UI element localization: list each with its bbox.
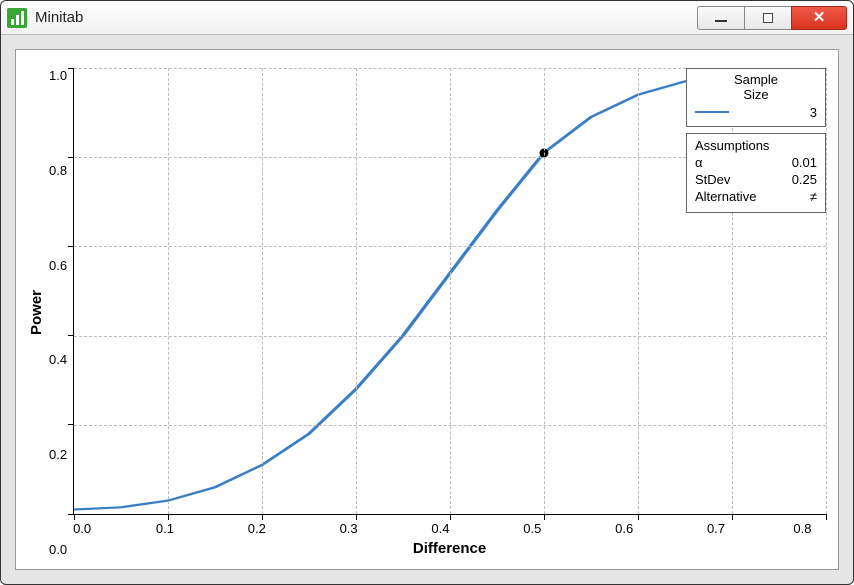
y-tick-label: 0.8: [49, 163, 67, 178]
legend-value: 3: [810, 105, 817, 120]
y-tick-label: 0.4: [49, 352, 67, 367]
y-tick-label: 0.2: [49, 447, 67, 462]
window-controls: ✕: [698, 6, 847, 30]
side-panels: Sample Size 3 Assumptions α 0.01 StDev 0.25…: [686, 68, 826, 213]
client-area: Power 1.0 0.8 0.6 0.4 0.2 0.0 0.0 0.1 0.2 0.3 0.4…: [1, 35, 853, 584]
assumptions-heading: Assumptions: [695, 138, 817, 153]
x-tick-label: 0.4: [431, 521, 449, 536]
window-title: Minitab: [35, 9, 83, 26]
x-tick-label: 0.5: [523, 521, 541, 536]
assumption-row: StDev 0.25: [695, 172, 817, 189]
x-tick-label: 0.1: [156, 521, 174, 536]
x-tick-label: 0.8: [793, 521, 811, 536]
minimize-button[interactable]: [697, 6, 745, 30]
y-axis-label: Power: [28, 290, 45, 335]
assumptions-box: Assumptions α 0.01 StDev 0.25 Alternative ≠: [686, 133, 826, 213]
legend-swatch-icon: [695, 111, 729, 113]
x-tick-label: 0.0: [73, 521, 91, 536]
assumption-value: ≠: [810, 189, 817, 206]
y-tick-label: 0.0: [49, 542, 67, 557]
assumption-value: 0.25: [792, 172, 817, 189]
maximize-icon: [763, 13, 773, 23]
minitab-logo-icon: [7, 8, 27, 28]
maximize-button[interactable]: [744, 6, 792, 30]
titlebar: Minitab ✕: [1, 1, 853, 35]
assumption-value: 0.01: [792, 155, 817, 172]
chart-frame: Power 1.0 0.8 0.6 0.4 0.2 0.0 0.0 0.1 0.2 0.3 0.4…: [15, 49, 839, 570]
assumption-label: StDev: [695, 172, 730, 189]
close-button[interactable]: ✕: [791, 6, 847, 30]
y-tick-label: 1.0: [49, 68, 67, 83]
minimize-icon: [715, 20, 727, 22]
legend-title-line2: Size: [743, 87, 768, 102]
assumption-label: α: [695, 155, 703, 172]
legend-box: Sample Size 3: [686, 68, 826, 127]
assumption-label: Alternative: [695, 189, 756, 206]
x-tick-label: 0.7: [707, 521, 725, 536]
assumption-row: Alternative ≠: [695, 189, 817, 206]
y-tick-label: 0.6: [49, 258, 67, 273]
x-tick-label: 0.6: [615, 521, 633, 536]
x-axis-label: Difference: [73, 540, 826, 557]
app-window: Minitab ✕ Power 1.00.80.60.40.20.0 0.00: [0, 0, 854, 585]
x-tick-label: 0.3: [340, 521, 358, 536]
close-icon: ✕: [813, 10, 826, 25]
legend-title-line1: Sample: [734, 72, 778, 87]
assumption-row: α 0.01: [695, 155, 817, 172]
legend-entry: 3: [695, 105, 817, 120]
y-axis-ticks: 1.0 0.8 0.6 0.4 0.2 0.0: [49, 68, 73, 557]
legend-title: Sample Size: [695, 73, 817, 103]
x-tick-label: 0.2: [248, 521, 266, 536]
